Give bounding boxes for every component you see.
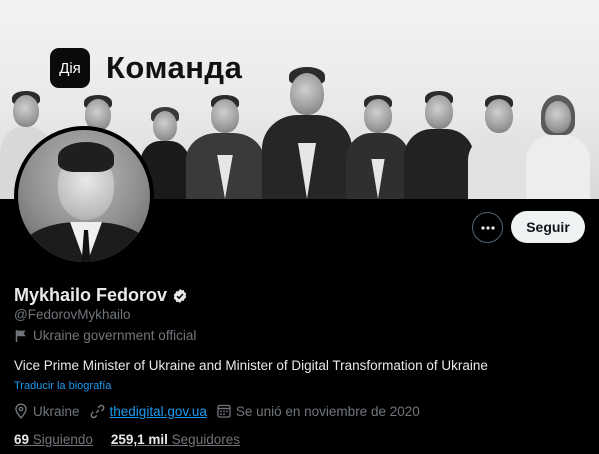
profile-bio: Vice Prime Minister of Ukraine and Minis…	[14, 358, 488, 373]
followers-link[interactable]: 259,1 mil Seguidores	[111, 432, 240, 447]
location-pin-icon	[15, 403, 27, 419]
banner-title: Команда	[106, 50, 243, 85]
website-item: thedigital.gov.ua	[90, 404, 207, 419]
team-member	[468, 95, 530, 199]
joined-text: Se unió en noviembre de 2020	[235, 403, 420, 419]
website-link[interactable]: thedigital.gov.ua	[110, 404, 207, 419]
following-link[interactable]: 69 Siguiendo	[14, 432, 93, 447]
banner-brand: Дія Команда	[50, 48, 242, 88]
profile-name: Mykhailo Fedorov	[14, 285, 168, 305]
location-item: Ukraine	[14, 403, 80, 419]
profile-name-row: Mykhailo Fedorov	[14, 285, 188, 306]
location-text: Ukraine	[33, 403, 80, 419]
more-options-button[interactable]	[472, 212, 503, 243]
following-count: 69	[14, 432, 30, 447]
team-member	[262, 67, 352, 199]
joined-item: Se unió en noviembre de 2020	[217, 404, 420, 419]
team-member	[526, 95, 590, 199]
translate-bio-link[interactable]: Traducir la biografía	[14, 380, 111, 392]
follow-stats: 69 Siguiendo 259,1 mil Seguidores	[14, 432, 258, 447]
team-member	[346, 95, 410, 199]
calendar-icon	[217, 404, 231, 418]
profile-meta: Ukraine thedigital.gov.ua Se unió en nov…	[14, 403, 430, 419]
following-label: Siguiendo	[32, 432, 93, 447]
profile-handle: @FedorovMykhailo	[14, 307, 131, 322]
team-member	[186, 95, 264, 199]
verified-badge-icon[interactable]	[172, 288, 188, 304]
affiliation-label: Ukraine government official	[14, 328, 196, 343]
follow-button[interactable]: Seguir	[511, 211, 585, 243]
avatar[interactable]	[14, 126, 154, 266]
affiliation-text: Ukraine government official	[33, 328, 197, 343]
diia-logo: Дія	[50, 48, 90, 88]
link-icon	[90, 404, 104, 418]
followers-count: 259,1 mil	[110, 432, 168, 447]
followers-label: Seguidores	[171, 432, 240, 447]
team-member	[404, 91, 474, 199]
avatar-hair	[58, 142, 114, 172]
flag-icon	[15, 329, 26, 342]
more-dots-icon	[480, 225, 495, 230]
